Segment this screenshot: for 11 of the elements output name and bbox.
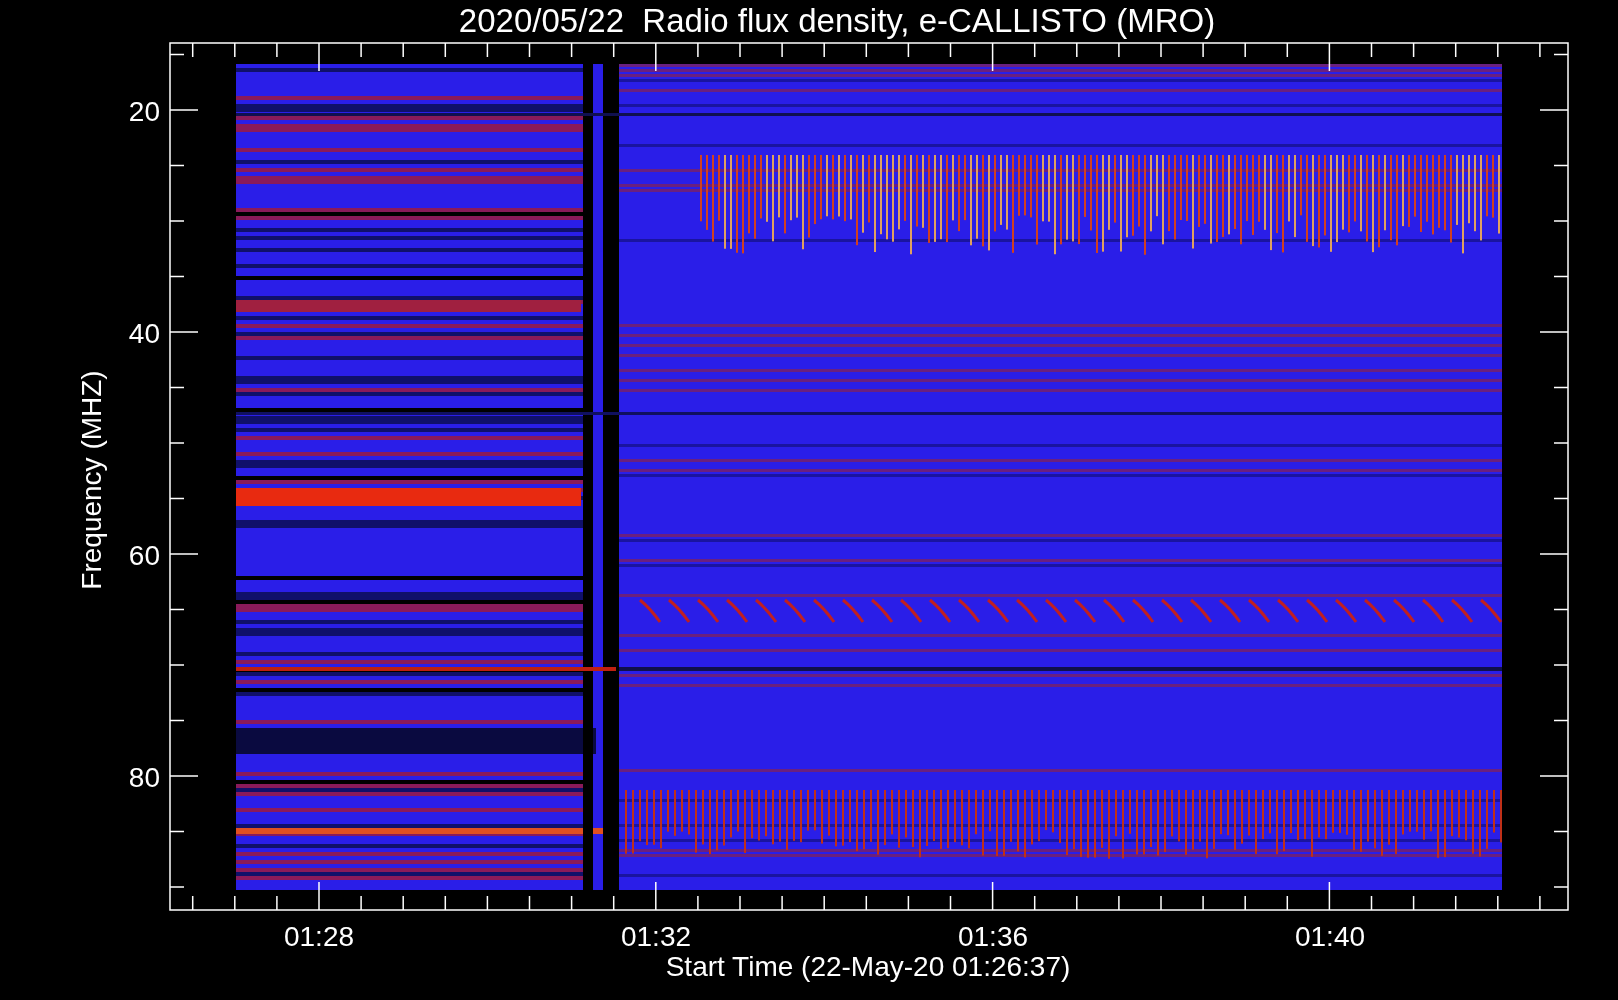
y-tick-label: 40 xyxy=(128,318,160,349)
y-tick-label: 80 xyxy=(128,762,160,793)
x-axis-label: Start Time (22-May-20 01:26:37) xyxy=(665,951,1071,982)
x-tick-label: 01:32 xyxy=(620,921,692,952)
x-tick-label: 01:28 xyxy=(283,921,355,952)
x-tick-label: 01:36 xyxy=(957,921,1029,952)
y-tick-label: 60 xyxy=(128,540,160,571)
x-tick-label: 01:40 xyxy=(1294,921,1366,952)
chart-title: 2020/05/22 Radio flux density, e-CALLISTO (MRO) xyxy=(458,2,1216,39)
y-axis-label: Frequency (MHZ) xyxy=(76,370,107,590)
y-tick-label: 20 xyxy=(128,96,160,127)
